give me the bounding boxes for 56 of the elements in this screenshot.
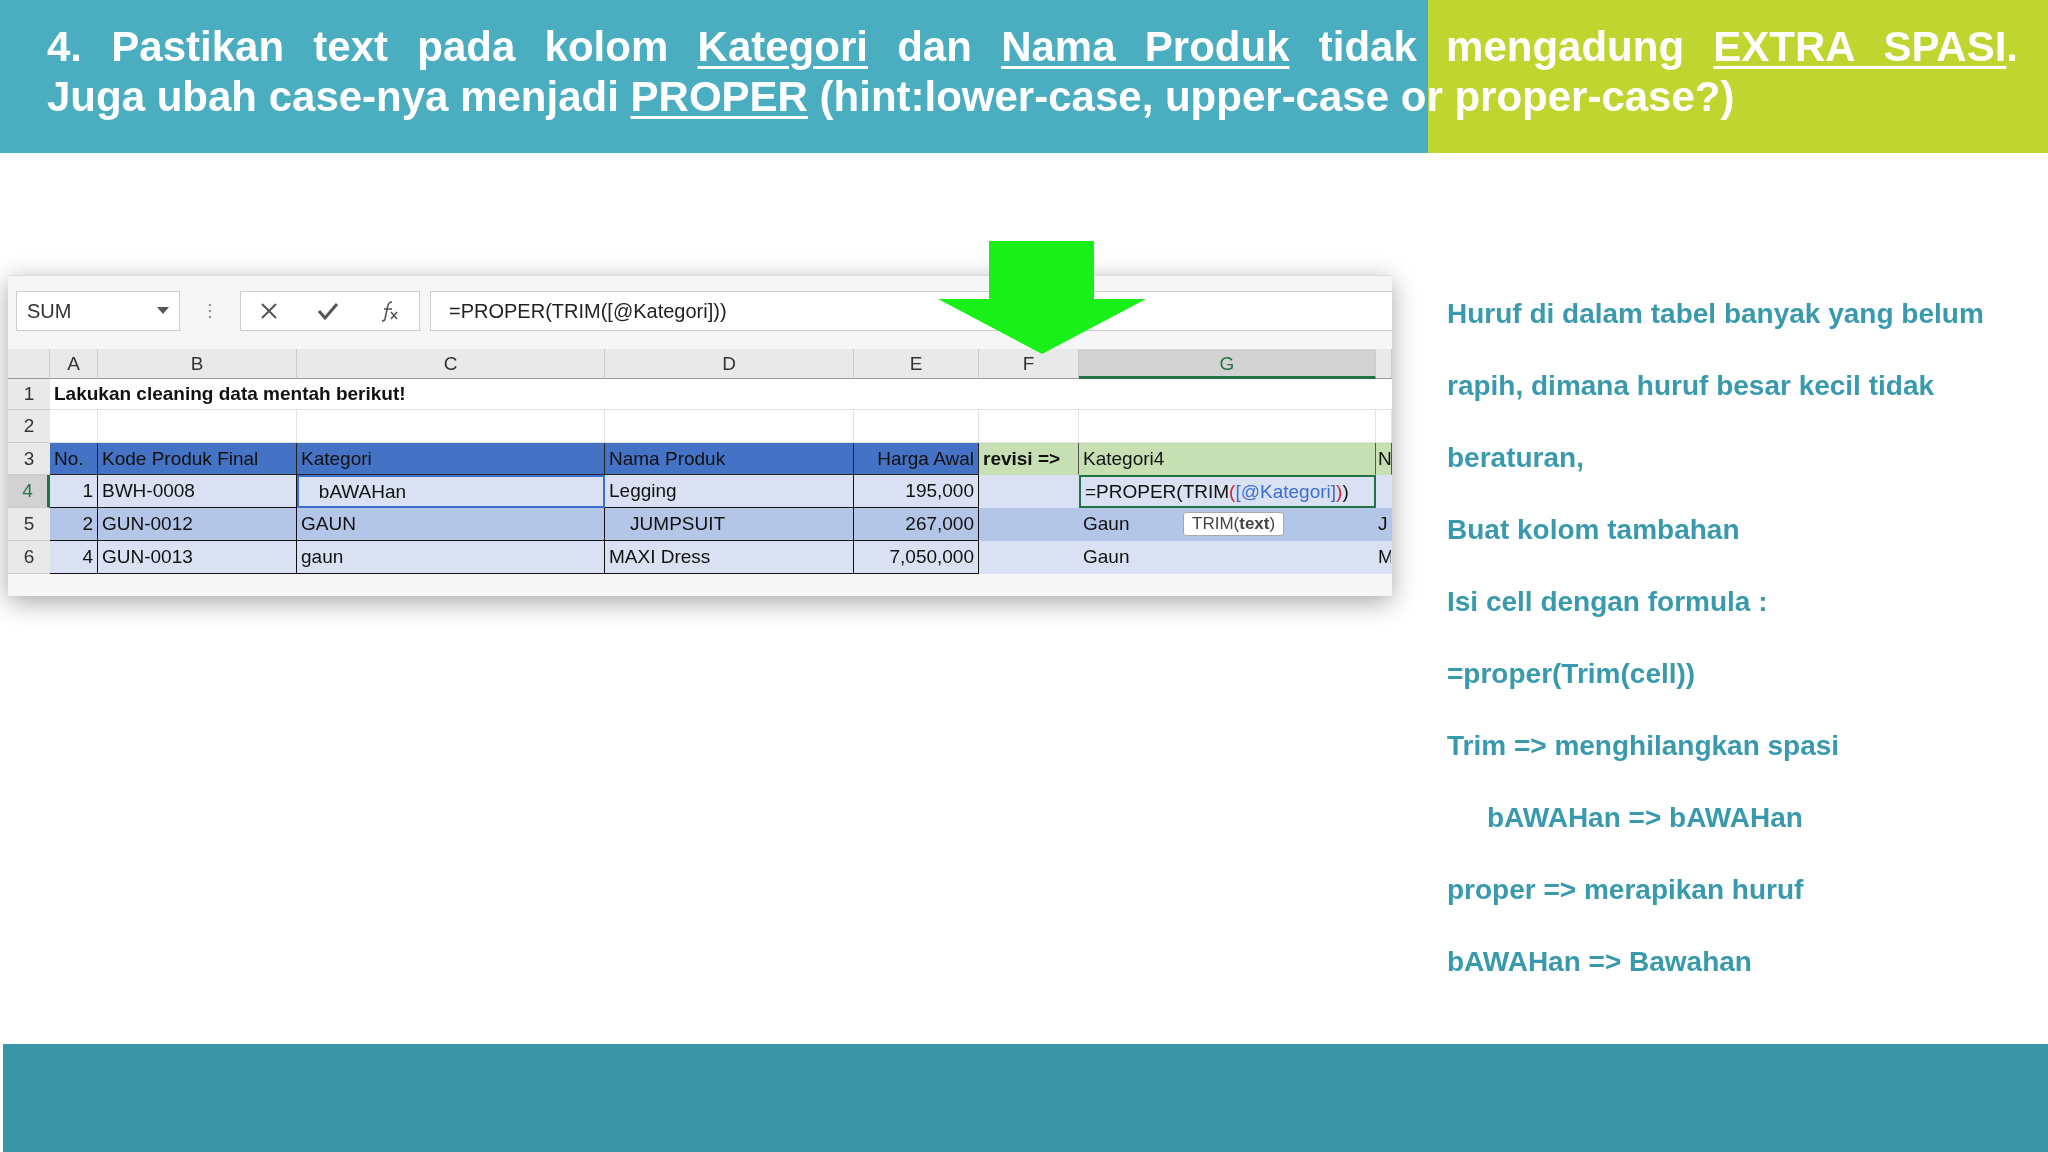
table-cell: GUN-0012	[98, 508, 297, 541]
column-title: Harga Awal	[854, 443, 979, 475]
drag-handle-icon[interactable]	[208, 303, 212, 319]
column-header[interactable]: E	[854, 349, 979, 379]
table-cell: 4	[50, 541, 98, 574]
note-text: Buat kolom tambahan	[1447, 513, 1740, 547]
table-cell: gaun	[297, 541, 605, 574]
table-cell: GAUN	[297, 508, 605, 541]
row-header[interactable]: 6	[8, 541, 50, 574]
caret-icon	[157, 307, 169, 315]
column-header[interactable]: G	[1079, 349, 1376, 379]
table-cell: JUMPSUIT	[605, 508, 854, 541]
table-cell: 2	[50, 508, 98, 541]
column-header[interactable]: B	[98, 349, 297, 379]
note-text: Isi cell dengan formula :	[1447, 585, 1768, 619]
note-text: proper => merapikan huruf	[1447, 873, 1804, 907]
column-title: No.	[50, 443, 98, 475]
note-text: =proper(Trim(cell))	[1447, 657, 1696, 691]
note-text: rapih, dimana huruf besar kecil tidak	[1447, 369, 1935, 403]
table-cell: MAXI Dress	[605, 541, 854, 574]
table-cell: 195,000	[854, 475, 979, 508]
table-cell: J	[1376, 508, 1392, 541]
column-title: Kategori4	[1079, 443, 1376, 475]
note-text: beraturan,	[1447, 441, 1584, 475]
row-header[interactable]: 5	[8, 508, 50, 541]
column-title: Kode Produk Final	[98, 443, 297, 475]
name-box[interactable]: SUM	[16, 291, 180, 331]
table-cell: 1	[50, 475, 98, 508]
column-title: N	[1376, 443, 1392, 475]
table-cell: =PROPER(TRIM([@Kategori]))	[1079, 475, 1376, 508]
column-header[interactable]: F	[979, 349, 1079, 379]
table-cell: GUN-0013	[98, 541, 297, 574]
table-cell: BWH-0008	[98, 475, 297, 508]
note-text: bAWAHan => Bawahan	[1447, 945, 1752, 979]
note-text: bAWAHan => bAWAHan	[1486, 801, 1803, 835]
row-header[interactable]: 1	[8, 379, 50, 410]
row-header[interactable]: 2	[8, 410, 50, 443]
checkmark-icon[interactable]	[317, 302, 339, 320]
table-cell: Gaun	[1079, 541, 1376, 574]
cancel-icon[interactable]	[260, 302, 279, 320]
column-title: revisi =>	[979, 443, 1079, 475]
column-header[interactable]: C	[297, 349, 605, 379]
column-header[interactable]: D	[605, 349, 854, 379]
table-cell: 267,000	[854, 508, 979, 541]
column-title: Kategori	[297, 443, 605, 475]
table-cell: 7,050,000	[854, 541, 979, 574]
table-cell: bAWAHan	[297, 475, 605, 508]
tooltip: TRIM(text)	[1183, 512, 1285, 536]
table-cell: Legging	[605, 475, 854, 508]
note-text: Trim => menghilangkan spasi	[1447, 729, 1840, 763]
note-text: Huruf di dalam tabel banyak yang belum	[1447, 297, 1984, 331]
column-header[interactable]: A	[50, 349, 98, 379]
sheet-title: Lakukan cleaning data mentah berikut!	[50, 379, 1392, 410]
column-title: Nama Produk	[605, 443, 854, 475]
row-header[interactable]: 3	[8, 443, 50, 475]
row-header[interactable]: 4	[8, 475, 50, 508]
